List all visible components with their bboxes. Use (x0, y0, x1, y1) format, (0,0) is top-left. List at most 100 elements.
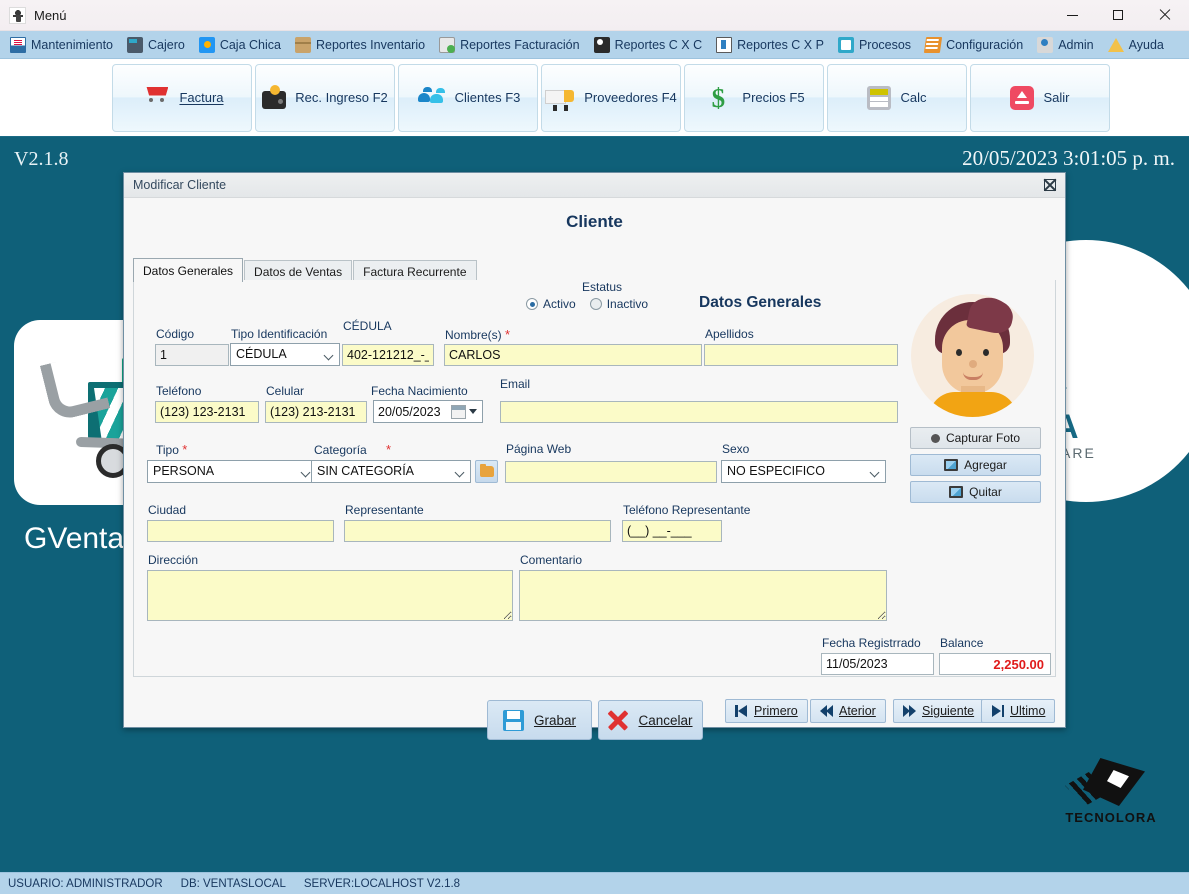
section-heading: Datos Generales (699, 294, 822, 311)
direccion-textarea[interactable] (147, 570, 513, 621)
menu-item-procesos[interactable]: Procesos (831, 31, 918, 59)
maximize-button[interactable] (1095, 0, 1141, 31)
telefono-representante-input[interactable] (622, 520, 722, 542)
capturar-foto-button[interactable]: Capturar Foto (910, 427, 1041, 449)
label-comentario: Comentario (520, 553, 583, 567)
comentario-textarea[interactable] (519, 570, 887, 621)
tipo-select[interactable]: PERSONA (147, 460, 317, 483)
nav-anterior-button[interactable]: Aterior (810, 699, 886, 723)
toolbar-label: Rec. Ingreso F2 (295, 90, 388, 105)
ciudad-input[interactable] (147, 520, 334, 542)
radio-label: Inactivo (606, 297, 649, 311)
minimize-icon (1066, 14, 1078, 16)
button-label: Capturar Foto (945, 431, 1021, 445)
button-label: Cancelar (638, 712, 693, 728)
toolbar-button-precios[interactable]: $ Precios F5 (684, 63, 824, 132)
menu-item-reportes-facturacion[interactable]: Reportes Facturación (432, 31, 587, 59)
celular-input[interactable] (265, 401, 367, 423)
toolbar-button-rec-ingreso[interactable]: Rec. Ingreso F2 (255, 63, 395, 132)
nav-first-icon (735, 705, 748, 717)
nav-siguiente-button[interactable]: Siguiente (893, 699, 985, 723)
cash-register-icon (127, 36, 143, 53)
menu-label: Cajero (148, 37, 185, 52)
fecha-nacimiento-datepicker[interactable]: 20/05/2023 (373, 400, 483, 423)
menu-item-reportes-cxp[interactable]: Reportes C X P (709, 31, 831, 59)
menu-bar: Mantenimiento Cajero Caja Chica Reportes… (0, 31, 1189, 59)
cedula-input[interactable] (342, 344, 434, 366)
menu-item-reportes-inventario[interactable]: Reportes Inventario (288, 31, 432, 59)
nav-primero-button[interactable]: Primero (725, 699, 808, 723)
date-value: 20/05/2023 (378, 404, 441, 419)
quitar-foto-button[interactable]: Quitar (910, 481, 1041, 503)
required-marker: * (182, 442, 188, 457)
label-categoria: Categoría * (314, 442, 391, 457)
minimize-button[interactable] (1049, 0, 1095, 31)
toolbar-button-proveedores[interactable]: Proveedores F4 (541, 63, 681, 132)
close-button[interactable] (1141, 0, 1189, 31)
camera-dot-icon (930, 433, 940, 443)
menu-item-reportes-cxc[interactable]: Reportes C X C (587, 31, 710, 59)
menu-item-cajero[interactable]: Cajero (120, 31, 192, 59)
agregar-foto-button[interactable]: Agregar (910, 454, 1041, 476)
email-input[interactable] (500, 401, 898, 423)
tecnolora-label: TECNOLORA (1065, 810, 1157, 825)
chevron-down-icon (300, 467, 311, 478)
button-label: Ultimo (1010, 704, 1046, 718)
categoria-browse-button[interactable] (475, 460, 498, 483)
menu-label: Reportes Facturación (460, 37, 580, 52)
menu-item-mantenimiento[interactable]: Mantenimiento (0, 31, 120, 59)
sexo-select[interactable]: NO ESPECIFICO (721, 460, 886, 483)
fecha-registrado-input[interactable] (821, 653, 934, 675)
toolbar-button-clientes[interactable]: Clientes F3 (398, 63, 538, 132)
toolbar-button-salir[interactable]: Salir (970, 63, 1110, 132)
dialog-title-bar: Modificar Cliente (124, 173, 1065, 198)
menu-item-configuracion[interactable]: Configuración (918, 31, 1030, 59)
grabar-button[interactable]: Grabar (487, 700, 592, 740)
menu-label: Reportes C X P (737, 37, 824, 52)
client-photo-avatar (911, 294, 1034, 417)
save-icon (502, 709, 524, 731)
tab-label: Datos Generales (143, 263, 234, 278)
radio-activo[interactable]: Activo (526, 297, 576, 311)
label-text: Categoría (314, 443, 367, 457)
codigo-input[interactable] (155, 344, 229, 366)
nombres-input[interactable] (444, 344, 702, 366)
label-ciudad: Ciudad (148, 503, 187, 517)
cancelar-button[interactable]: Cancelar (598, 700, 703, 740)
nav-ultimo-button[interactable]: Ultimo (981, 699, 1056, 723)
tab-datos-de-ventas[interactable]: Datos de Ventas (244, 260, 353, 282)
dialog-tabs: Datos Generales Datos de Ventas Factura … (133, 258, 477, 282)
tipo-identificacion-select[interactable]: CÉDULA (230, 343, 340, 366)
menu-item-ayuda[interactable]: Ayuda (1101, 31, 1171, 59)
dialog-close-button[interactable] (1043, 178, 1057, 192)
radio-inactivo[interactable]: Inactivo (589, 297, 649, 311)
tab-factura-recurrente[interactable]: Factura Recurrente (353, 260, 477, 282)
tab-datos-generales[interactable]: Datos Generales (133, 258, 244, 282)
apellidos-input[interactable] (704, 344, 898, 366)
label-apellidos: Apellidos (705, 327, 754, 341)
pagina-web-input[interactable] (505, 461, 717, 483)
toolbar-button-calc[interactable]: Calc (827, 63, 967, 132)
toolbar-label: Clientes F3 (454, 90, 521, 105)
modificar-cliente-dialog: Modificar Cliente Cliente Datos Generale… (123, 172, 1066, 740)
menu-item-caja-chica[interactable]: Caja Chica (192, 31, 288, 59)
close-icon (1159, 9, 1171, 21)
toolbar-label: Precios F5 (742, 90, 805, 105)
calendar-icon (451, 404, 466, 419)
categoria-select[interactable]: SIN CATEGORÍA (311, 460, 471, 483)
button-label: Grabar (533, 712, 577, 728)
label-email: Email (500, 377, 531, 391)
button-label: Siguiente (922, 704, 975, 718)
image-icon (949, 486, 964, 498)
menu-label: Reportes Inventario (315, 37, 426, 52)
toolbar-label: Salir (1043, 90, 1070, 105)
representante-input[interactable] (344, 520, 611, 542)
menu-label: Caja Chica (219, 37, 281, 52)
billing-reports-icon (439, 36, 456, 53)
cancel-x-icon (608, 710, 628, 730)
app-icon (9, 6, 26, 24)
telefono-input[interactable] (155, 401, 259, 423)
menu-item-admin[interactable]: Admin (1030, 31, 1100, 59)
processes-icon (837, 36, 854, 53)
toolbar-button-factura[interactable]: Factura (112, 63, 252, 132)
